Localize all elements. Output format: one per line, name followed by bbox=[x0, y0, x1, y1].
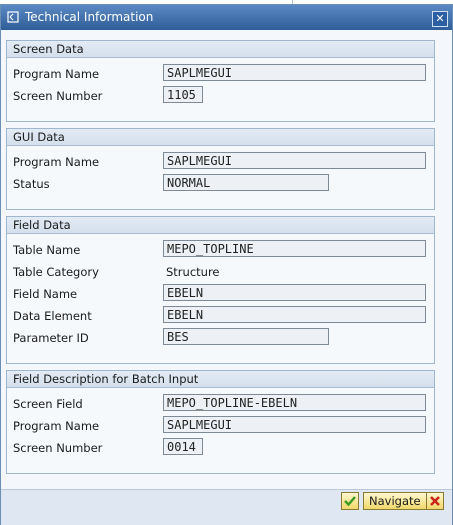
batch-input-header: Field Description for Batch Input bbox=[7, 371, 434, 388]
navigate-button[interactable]: Navigate bbox=[363, 492, 427, 510]
screen-program-name-label: Program Name bbox=[13, 67, 100, 81]
checkmark-icon bbox=[344, 496, 356, 507]
screen-field-field[interactable]: MEPO_TOPLINE-EBELN bbox=[163, 394, 426, 411]
cancel-button[interactable] bbox=[426, 492, 444, 510]
gui-data-group: GUI Data Program Name SAPLMEGUI Status N… bbox=[6, 128, 435, 210]
table-name-label: Table Name bbox=[13, 243, 81, 257]
gui-data-header: GUI Data bbox=[7, 129, 434, 146]
parameter-id-field[interactable]: BES bbox=[163, 328, 329, 345]
screen-data-group: Screen Data Program Name SAPLMEGUI Scree… bbox=[6, 40, 435, 122]
batch-program-name-label: Program Name bbox=[13, 419, 100, 433]
batch-screen-number-field[interactable]: 0014 bbox=[163, 438, 203, 455]
parameter-id-label: Parameter ID bbox=[13, 331, 89, 345]
cancel-icon bbox=[430, 496, 440, 506]
gui-program-name-field[interactable]: SAPLMEGUI bbox=[163, 152, 426, 169]
dialog-titlebar[interactable]: Technical Information ✕ bbox=[1, 5, 452, 30]
batch-input-group: Field Description for Batch Input Screen… bbox=[6, 370, 435, 474]
gui-status-label: Status bbox=[13, 177, 50, 191]
close-icon[interactable]: ✕ bbox=[432, 11, 448, 27]
field-name-label: Field Name bbox=[13, 287, 78, 301]
table-name-field[interactable]: MEPO_TOPLINE bbox=[163, 240, 426, 257]
screen-number-label: Screen Number bbox=[13, 89, 103, 103]
screen-field-label: Screen Field bbox=[13, 397, 83, 411]
screen-data-header: Screen Data bbox=[7, 41, 434, 58]
dialog-title: Technical Information bbox=[25, 10, 154, 24]
field-name-field[interactable]: EBELN bbox=[163, 284, 426, 301]
window-icon bbox=[7, 11, 19, 23]
technical-info-dialog: Technical Information ✕ Screen Data Prog… bbox=[0, 4, 453, 525]
data-element-field[interactable]: EBELN bbox=[163, 306, 426, 323]
batch-screen-number-label: Screen Number bbox=[13, 441, 103, 455]
field-data-group: Field Data Table Name MEPO_TOPLINE Table… bbox=[6, 216, 435, 364]
screen-number-field[interactable]: 1105 bbox=[163, 86, 203, 103]
table-category-label: Table Category bbox=[13, 265, 99, 279]
field-data-header: Field Data bbox=[7, 217, 434, 234]
gui-program-name-label: Program Name bbox=[13, 155, 100, 169]
batch-program-name-field[interactable]: SAPLMEGUI bbox=[163, 416, 426, 433]
data-element-label: Data Element bbox=[13, 309, 92, 323]
screen-program-name-field[interactable]: SAPLMEGUI bbox=[163, 64, 426, 81]
gui-status-field[interactable]: NORMAL bbox=[163, 174, 329, 191]
table-category-value: Structure bbox=[166, 265, 220, 279]
confirm-button[interactable] bbox=[341, 492, 359, 510]
